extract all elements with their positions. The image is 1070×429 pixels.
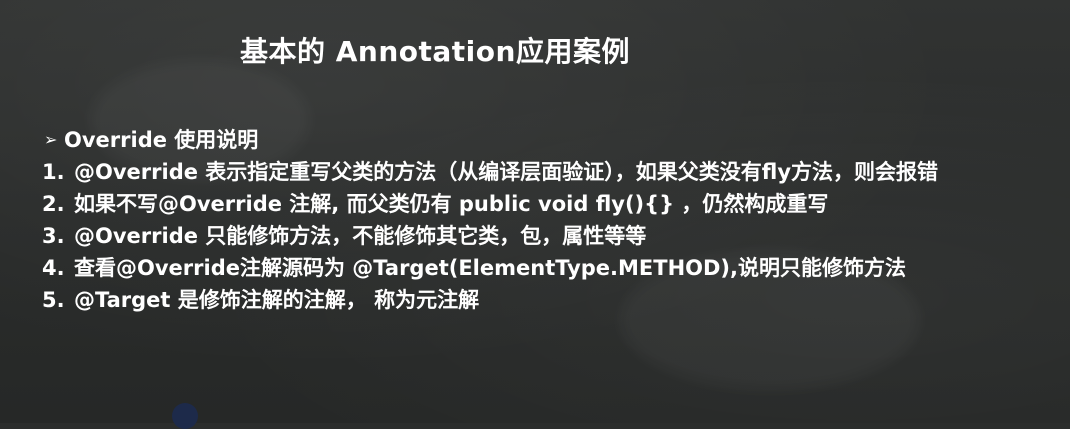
list-item: 4. 查看@Override注解源码为 @Target(ElementType.…: [42, 252, 1052, 284]
list-item-text: 查看@Override注解源码为 @Target(ElementType.MET…: [74, 256, 907, 280]
section-heading-text: Override 使用说明: [64, 128, 259, 152]
list-item-text: @Override 只能修饰方法，不能修饰其它类，包，属性等等: [74, 224, 647, 248]
list-item-number: 1.: [42, 160, 65, 184]
list-item-text: @Target 是修饰注解的注解， 称为元注解: [74, 288, 480, 312]
corner-dot-decoration: [172, 403, 198, 429]
list-item: 2. 如果不写@Override 注解, 而父类仍有 public void f…: [42, 188, 1052, 220]
list-item-number: 5.: [42, 288, 65, 312]
slide-content: ➢ Override 使用说明 1. @Override 表示指定重写父类的方法…: [42, 124, 1052, 316]
list-item-text: @Override 表示指定重写父类的方法（从编译层面验证），如果父类没有fly…: [74, 160, 939, 184]
list-item-number: 2.: [42, 192, 65, 216]
list-item-text: 如果不写@Override 注解, 而父类仍有 public void fly(…: [74, 192, 829, 216]
list-item-number: 4.: [42, 256, 65, 280]
slide-title: 基本的 Annotation应用案例: [240, 35, 630, 68]
section-heading: ➢ Override 使用说明: [42, 124, 1052, 156]
arrow-bullet-icon: ➢: [44, 130, 58, 149]
list-item: 3. @Override 只能修饰方法，不能修饰其它类，包，属性等等: [42, 220, 1052, 252]
list-item: 5. @Target 是修饰注解的注解， 称为元注解: [42, 284, 1052, 316]
list-item-number: 3.: [42, 224, 65, 248]
list-item: 1. @Override 表示指定重写父类的方法（从编译层面验证），如果父类没有…: [42, 156, 1052, 188]
